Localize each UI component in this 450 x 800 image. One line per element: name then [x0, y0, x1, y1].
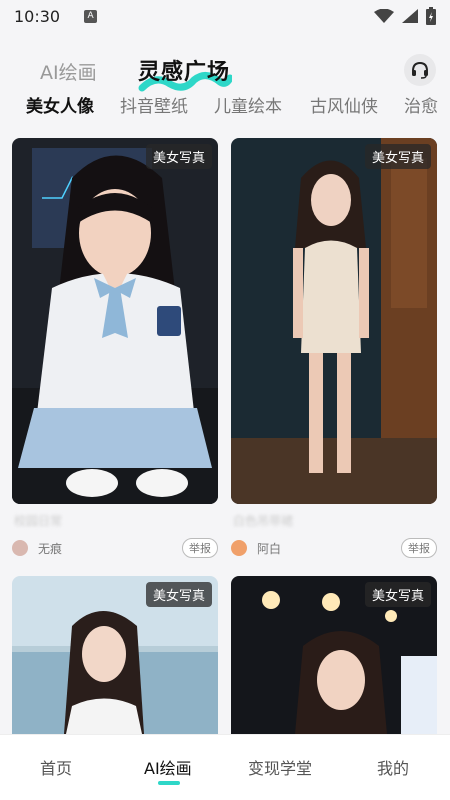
artwork-card[interactable]: 美女写真 白色吊带裙 阿白 举报: [231, 138, 437, 564]
avatar[interactable]: [231, 540, 247, 556]
artwork-card[interactable]: 美女写真: [231, 576, 437, 734]
nav-ai-draw[interactable]: AI绘画: [144, 755, 192, 779]
author-row: 无痕 举报: [12, 538, 218, 558]
battery-icon: [426, 7, 436, 25]
signal-icon: [402, 9, 418, 23]
style-tag: 美女写真: [145, 144, 212, 169]
artwork-image[interactable]: 美女写真: [231, 138, 437, 504]
category-children-picture-book[interactable]: 儿童绘本: [214, 92, 282, 117]
author-name[interactable]: 阿白: [257, 540, 281, 557]
tab-ai-draw[interactable]: AI绘画: [40, 58, 97, 85]
bottom-navigation: 首页 AI绘画 变现学堂 我的: [0, 734, 450, 800]
artwork-card[interactable]: 美女写真 校园日常 无痕 举报: [12, 138, 218, 564]
report-button[interactable]: 举报: [182, 538, 218, 558]
category-ancient-fantasy[interactable]: 古风仙侠: [310, 92, 378, 117]
author-row: 阿白 举报: [231, 538, 437, 558]
status-bar: 10:30 A: [0, 0, 450, 32]
artwork-caption: 白色吊带裙: [233, 514, 294, 528]
wifi-icon: [374, 9, 394, 23]
status-time: 10:30: [14, 6, 61, 26]
artwork-caption: 校园日常: [14, 514, 63, 528]
style-tag: 美女写真: [145, 582, 212, 607]
artwork-image[interactable]: 美女写真: [12, 138, 218, 504]
nav-active-indicator: [158, 781, 180, 785]
schoolgirl-portrait-image: [12, 138, 218, 504]
top-tabs: AI绘画 灵感广场: [0, 48, 450, 92]
customer-service-button[interactable]: [404, 54, 436, 86]
category-healing[interactable]: 治愈: [404, 92, 438, 117]
category-tabs: 美女人像 抖音壁纸 儿童绘本 古风仙侠 治愈: [0, 92, 450, 122]
tab-inspiration-square[interactable]: 灵感广场: [138, 54, 230, 86]
notification-icon: A: [84, 9, 98, 23]
avatar[interactable]: [12, 540, 28, 556]
headset-icon: [412, 61, 428, 79]
artwork-image[interactable]: 美女写真: [12, 576, 218, 734]
artwork-image[interactable]: 美女写真: [231, 576, 437, 734]
nav-mine[interactable]: 我的: [377, 755, 409, 779]
style-tag: 美女写真: [364, 582, 431, 607]
nav-home[interactable]: 首页: [40, 755, 72, 779]
white-dress-portrait-image: [231, 138, 437, 504]
report-button[interactable]: 举报: [401, 538, 437, 558]
category-beauty-portrait[interactable]: 美女人像: [26, 92, 94, 117]
style-tag: 美女写真: [364, 144, 431, 169]
nav-monetize-academy[interactable]: 变现学堂: [248, 755, 312, 779]
status-icons: [374, 7, 436, 25]
author-name[interactable]: 无痕: [38, 540, 62, 557]
category-douyin-wallpaper[interactable]: 抖音壁纸: [120, 92, 188, 117]
artwork-card[interactable]: 美女写真: [12, 576, 218, 734]
